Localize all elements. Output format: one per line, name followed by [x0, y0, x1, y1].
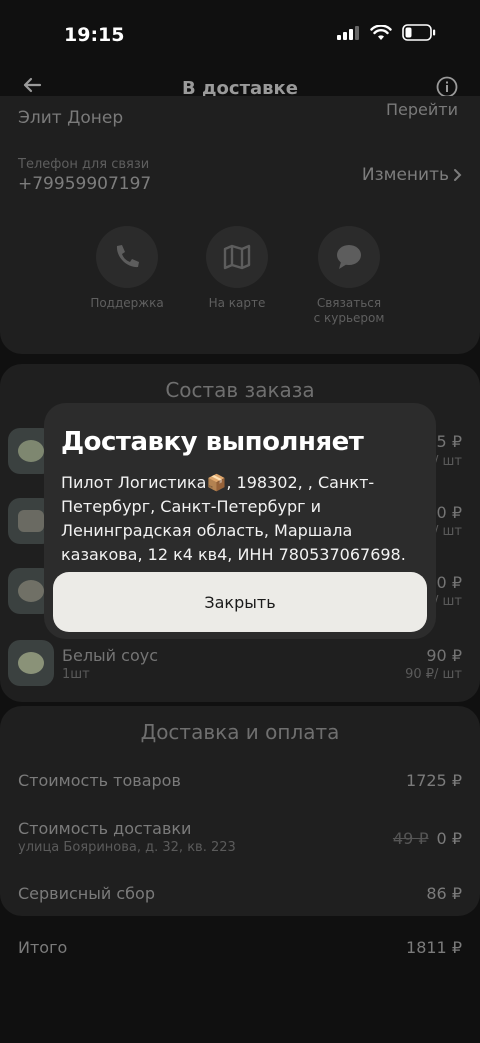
- dialog-title: Доставку выполняет: [61, 427, 364, 457]
- dialog-text: Пилот Логистика📦, 198302, , Санкт-Петерб…: [61, 473, 406, 564]
- restaurant-name: Элит Донер: [18, 108, 124, 128]
- contact-courier-label-line1: Связаться: [316, 296, 382, 310]
- courier-info-dialog: Доставку выполняет Пилот Логистика📦, 198…: [44, 403, 436, 639]
- phone-number: +79959907197: [18, 174, 152, 194]
- contact-courier-label-line2: с курьером: [313, 311, 385, 325]
- item-unit-3: / шт: [434, 594, 462, 609]
- service-fee-label: Сервисный сбор: [18, 884, 155, 903]
- close-button[interactable]: Закрыть: [53, 572, 427, 632]
- map-label: На карте: [208, 296, 266, 310]
- battery-icon: [402, 24, 436, 41]
- payment-title: Доставка и оплата: [140, 720, 340, 744]
- status-icons: [336, 24, 436, 41]
- cellular-signal-icon: [337, 25, 359, 40]
- status-bar: 19:15: [0, 0, 480, 62]
- contact-courier-label: Связаться с курьером: [294, 296, 404, 326]
- item-unit-1: / шт: [434, 454, 462, 469]
- delivery-price: 0 ₽: [436, 829, 462, 848]
- change-phone-button[interactable]: Изменить: [362, 165, 462, 185]
- change-label: Изменить: [361, 165, 449, 185]
- status-time: 19:15: [64, 24, 125, 46]
- map-button[interactable]: На карте: [182, 226, 292, 311]
- map-icon: [223, 244, 251, 270]
- delivery-address: улица Бояринова, д. 32, кв. 223: [18, 840, 236, 855]
- info-icon[interactable]: [436, 76, 458, 98]
- delivery-old-price: 49 ₽: [392, 829, 429, 848]
- support-circle: [96, 226, 158, 288]
- item-unit-4: 90 ₽/ шт: [405, 667, 462, 682]
- goods-cost-value: 1725 ₽: [406, 771, 462, 790]
- item-qty-4: 1шт: [62, 667, 90, 682]
- item-name-4: Белый соус: [62, 646, 159, 665]
- support-label: Поддержка: [90, 296, 164, 310]
- chat-icon: [337, 245, 361, 269]
- restaurant-link[interactable]: Перейти: [386, 100, 458, 119]
- phone-icon: [116, 245, 139, 268]
- support-button[interactable]: Поддержка: [72, 226, 182, 311]
- map-circle: [206, 226, 268, 288]
- delivery-cost-label: Стоимость доставки: [18, 819, 192, 838]
- composition-title: Состав заказа: [165, 378, 315, 402]
- order-info-card: [0, 96, 480, 354]
- delivery-cost-value: 49 ₽ 0 ₽: [393, 829, 462, 848]
- contact-courier-circle: [318, 226, 380, 288]
- contact-courier-button[interactable]: Связаться с курьером: [294, 226, 404, 326]
- item-unit-2: / шт: [434, 524, 462, 539]
- chevron-right-icon: [454, 169, 462, 181]
- item-price-4: 90 ₽: [426, 646, 462, 665]
- wifi-icon: [370, 24, 392, 40]
- total-label: Итого: [18, 938, 68, 957]
- item-thumb-4: [8, 640, 54, 686]
- goods-cost-label: Стоимость товаров: [18, 771, 181, 790]
- total-value: 1811 ₽: [406, 938, 462, 957]
- service-fee-value: 86 ₽: [426, 884, 462, 903]
- phone-label: Телефон для связи: [18, 157, 150, 172]
